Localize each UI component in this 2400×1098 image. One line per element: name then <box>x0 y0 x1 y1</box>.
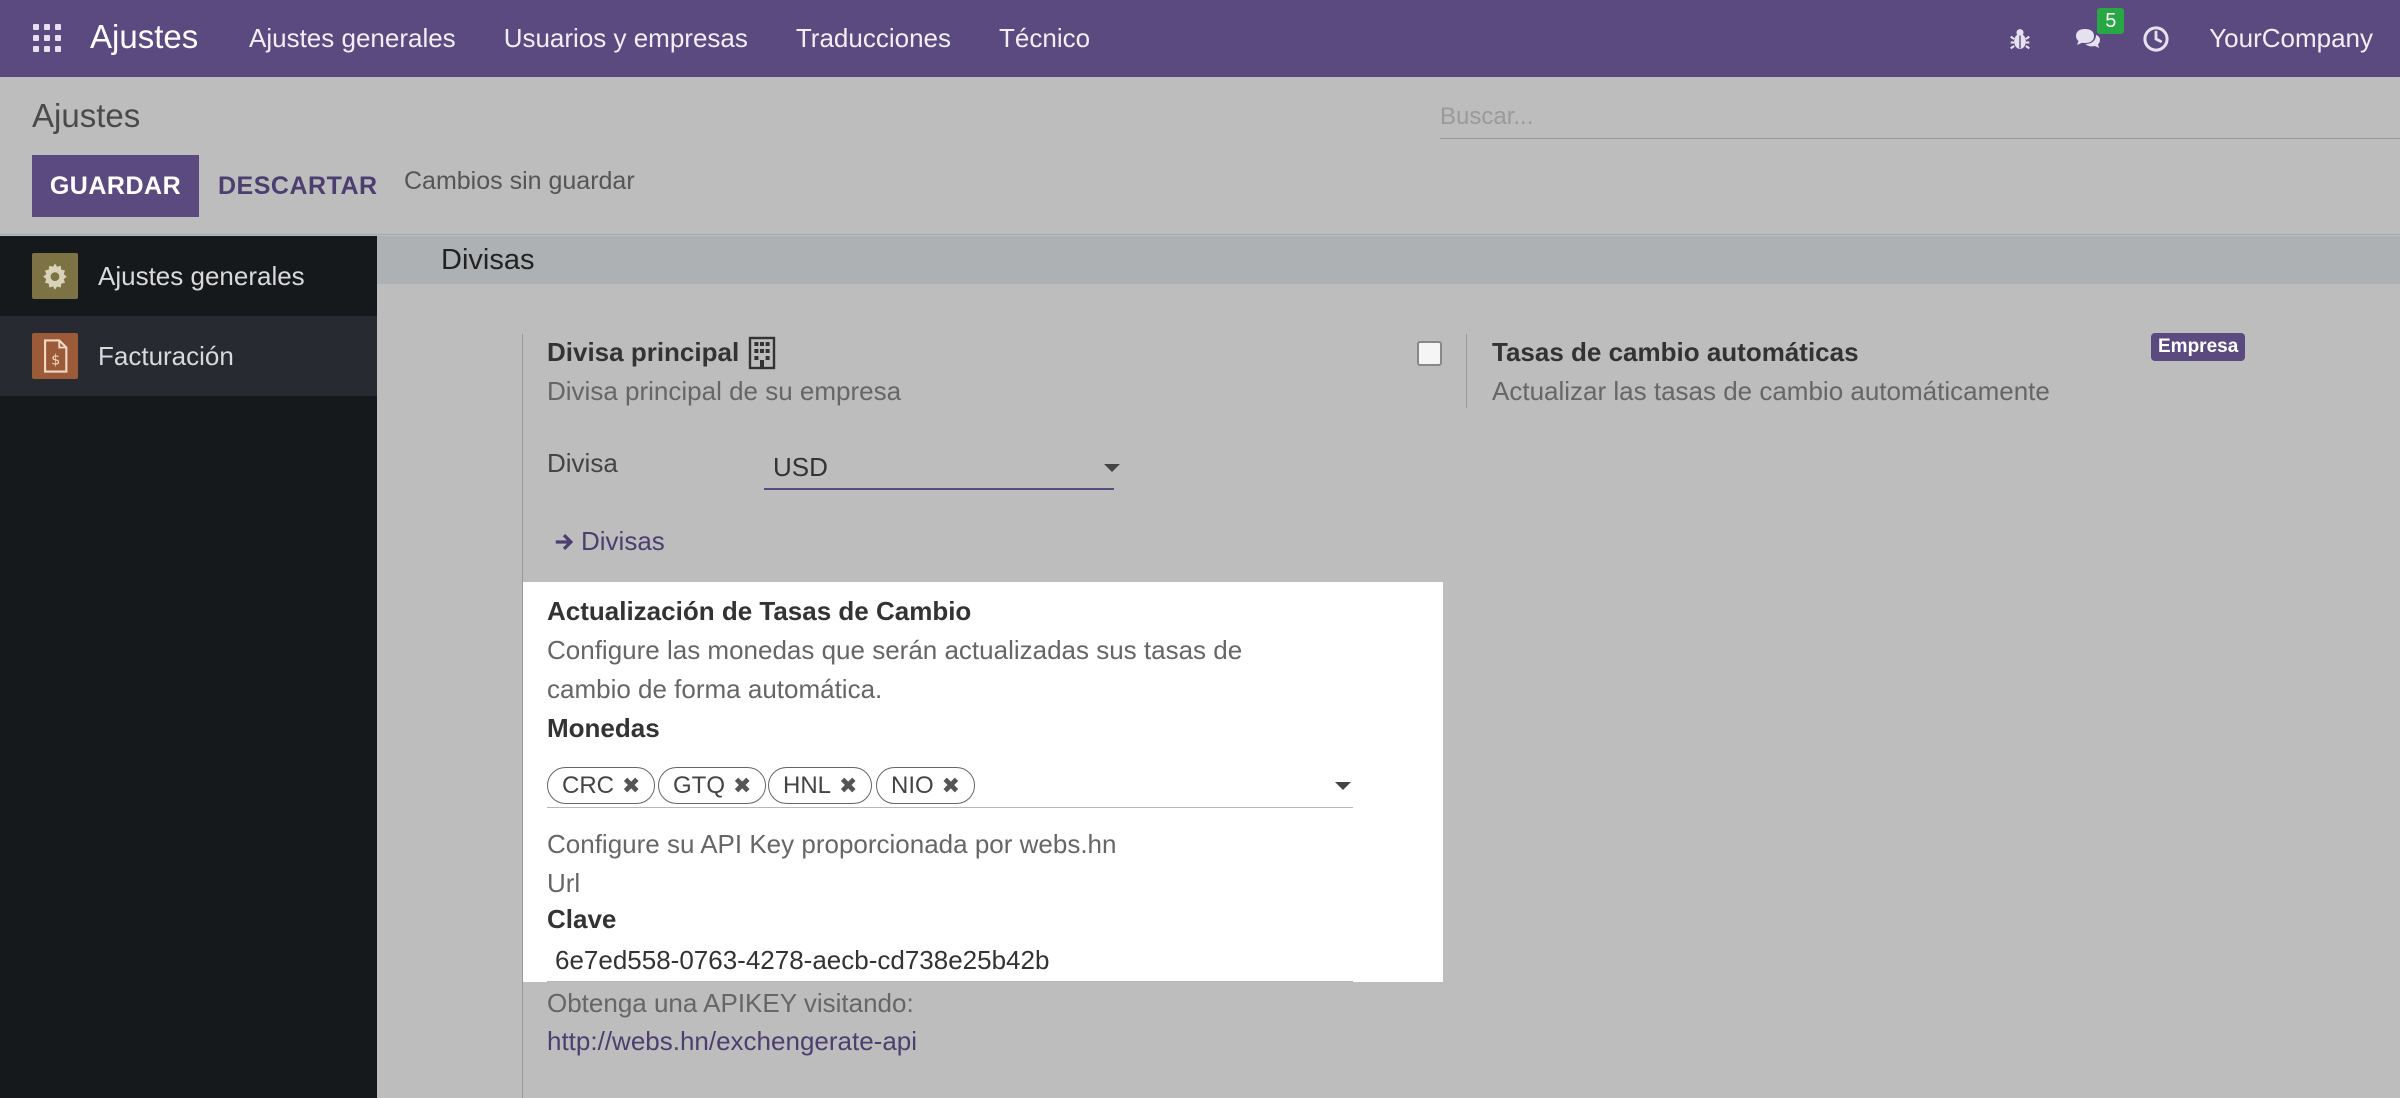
invoice-icon: $ <box>32 333 78 379</box>
currencies-link[interactable]: Divisas <box>553 526 665 557</box>
currency-tag: NIO ✖ <box>876 767 976 804</box>
menu-traducciones[interactable]: Traducciones <box>796 23 951 54</box>
sidebar-item-facturacion[interactable]: $ Facturación <box>0 316 377 396</box>
auto-rates-title: Tasas de cambio automáticas <box>1492 337 1859 367</box>
apps-grid-icon[interactable] <box>33 24 63 54</box>
menu-ajustes-generales[interactable]: Ajustes generales <box>249 23 456 54</box>
settings-main: Divisas Divisa principal Divisa principa… <box>377 236 2400 1098</box>
messages-icon[interactable]: 5 <box>2073 7 2125 54</box>
apikey-url-link[interactable]: http://webs.hn/exchengerate-api <box>547 1026 917 1057</box>
obtain-apikey-text: Obtenga una APIKEY visitando: <box>547 988 914 1018</box>
top-navbar: Ajustes Ajustes generales Usuarios y emp… <box>0 0 2400 77</box>
rate-update-description-2: cambio de forma automática. <box>547 674 883 704</box>
company-scope-badge: Empresa <box>2151 333 2246 361</box>
rate-update-panel: Actualización de Tasas de Cambio Configu… <box>523 582 1443 982</box>
section-title: Divisas <box>441 244 535 276</box>
activity-clock-icon[interactable] <box>2141 24 2171 54</box>
currencies-link-label: Divisas <box>581 526 665 556</box>
message-count-badge: 5 <box>2097 7 2125 34</box>
gear-icon <box>32 253 78 299</box>
currency-value: USD <box>773 452 828 482</box>
control-panel: Ajustes GUARDAR DESCARTAR Cambios sin gu… <box>0 77 2400 235</box>
main-currency-title: Divisa principal <box>547 337 740 367</box>
sidebar-item-ajustes-generales[interactable]: Ajustes generales <box>0 236 377 316</box>
currency-tag: GTQ ✖ <box>658 767 767 804</box>
menu-usuarios-empresas[interactable]: Usuarios y empresas <box>504 23 748 54</box>
svg-text:$: $ <box>51 353 60 369</box>
chevron-down-icon <box>1104 464 1120 472</box>
discard-button[interactable]: DESCARTAR <box>218 155 378 217</box>
company-switcher[interactable]: YourCompany <box>2209 23 2373 54</box>
rate-update-title: Actualización de Tasas de Cambio <box>547 596 972 626</box>
page-title: Ajustes <box>32 97 141 134</box>
currencies-label: Monedas <box>547 713 660 743</box>
auto-rates-description: Actualizar las tasas de cambio automátic… <box>1492 376 2050 406</box>
currency-field-label: Divisa <box>547 448 618 478</box>
remove-tag-icon[interactable]: ✖ <box>622 769 640 803</box>
sidebar-item-label: Facturación <box>98 340 234 371</box>
url-label: Url <box>547 868 581 898</box>
currency-tag: HNL ✖ <box>768 767 873 804</box>
currencies-many2many-field[interactable]: CRC ✖ GTQ ✖ HNL ✖ NIO ✖ <box>547 760 1353 808</box>
key-label: Clave <box>547 904 617 934</box>
sidebar-item-label: Ajustes generales <box>98 260 305 291</box>
remove-tag-icon[interactable]: ✖ <box>839 769 857 803</box>
app-brand[interactable]: Ajustes <box>90 18 198 56</box>
search-input[interactable] <box>1440 95 2400 139</box>
main-menu: Ajustes generales Usuarios y empresas Tr… <box>249 0 1138 77</box>
auto-rates-checkbox[interactable] <box>1417 341 1442 366</box>
unsaved-changes-status: Cambios sin guardar <box>404 167 635 195</box>
currency-tag: CRC ✖ <box>547 767 656 804</box>
api-key-input[interactable] <box>547 940 1353 982</box>
remove-tag-icon[interactable]: ✖ <box>733 769 751 803</box>
chevron-down-icon[interactable] <box>1335 782 1351 790</box>
save-button[interactable]: GUARDAR <box>32 155 199 217</box>
arrow-right-icon <box>555 533 574 550</box>
navbar-systray: 5 YourCompany <box>2005 0 2400 77</box>
settings-sidebar: Ajustes generales $ Facturación <box>0 236 377 1098</box>
debug-bug-icon[interactable] <box>2005 24 2035 54</box>
api-key-help: Configure su API Key proporcionada por w… <box>547 829 1117 859</box>
main-currency-description: Divisa principal de su empresa <box>547 376 902 406</box>
rate-update-description-1: Configure las monedas que serán actualiz… <box>547 635 1243 665</box>
currency-select[interactable]: USD <box>764 442 1120 490</box>
company-building-icon <box>748 336 776 375</box>
remove-tag-icon[interactable]: ✖ <box>942 769 960 803</box>
section-header: Divisas <box>377 236 2400 284</box>
menu-tecnico[interactable]: Técnico <box>999 23 1090 54</box>
setting-divider-right <box>1466 334 1467 408</box>
